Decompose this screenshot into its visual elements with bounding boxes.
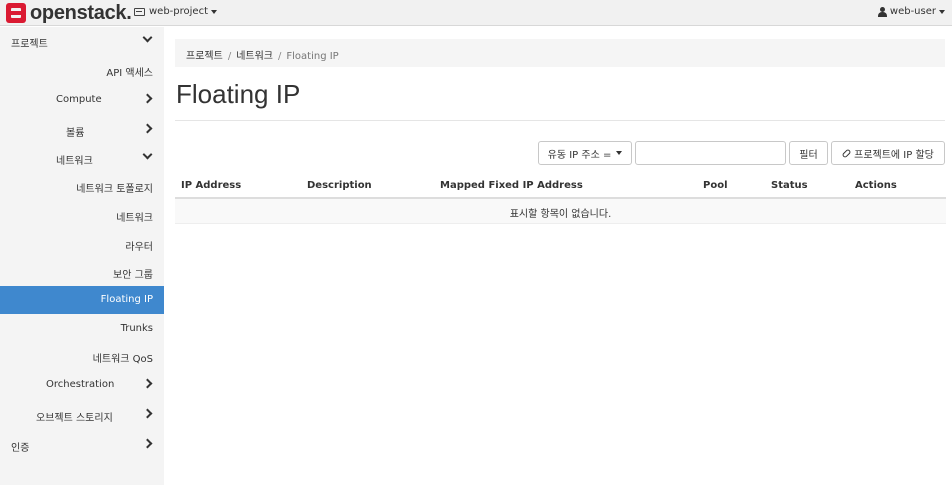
chevron-down-icon bbox=[142, 149, 153, 160]
logo-text: openstack. bbox=[30, 1, 132, 24]
caret-down-icon bbox=[616, 151, 623, 155]
openstack-logo[interactable]: openstack. bbox=[6, 1, 132, 24]
sidebar-item-network-topology[interactable]: 네트워크 토폴로지 bbox=[0, 173, 164, 199]
filter-field-label: 유동 IP 주소 = bbox=[547, 149, 612, 161]
sidebar-item-label: Trunks bbox=[120, 323, 153, 334]
sidebar-item-volumes[interactable]: 볼륨 bbox=[0, 117, 164, 143]
sidebar-item-object-storage[interactable]: 오브젝트 스토리지 bbox=[0, 402, 164, 428]
filter-field-select[interactable]: 유동 IP 주소 = bbox=[538, 141, 632, 165]
sidebar-item-security-groups[interactable]: 보안 그룹 bbox=[0, 259, 164, 285]
title-divider bbox=[175, 120, 945, 121]
table-header: IP Address Description Mapped Fixed IP A… bbox=[175, 175, 946, 199]
project-icon bbox=[134, 7, 145, 16]
chevron-down-icon bbox=[142, 32, 153, 43]
filter-button-label: 필터 bbox=[799, 149, 818, 161]
main-content: 프로젝트 / 네트워크 / Floating IP Floating IP 유동 IP … bbox=[164, 27, 952, 485]
sidebar-item-label: 네트워크 bbox=[56, 156, 93, 167]
breadcrumb-network[interactable]: 네트워크 bbox=[236, 51, 273, 62]
sidebar-item-api-access[interactable]: API 액세스 bbox=[0, 57, 164, 83]
column-header: Actions bbox=[855, 180, 897, 191]
user-dropdown[interactable]: web-user bbox=[877, 6, 945, 17]
sidebar-item-identity[interactable]: 인증 bbox=[0, 432, 164, 458]
sidebar-item-project[interactable]: 프로젝트 bbox=[0, 28, 164, 54]
caret-down-icon bbox=[939, 9, 945, 14]
sidebar-item-trunks[interactable]: Trunks bbox=[0, 316, 164, 342]
link-icon bbox=[841, 148, 852, 158]
sidebar-item-label: 오브젝트 스토리지 bbox=[36, 413, 113, 424]
sidebar: 프로젝트 API 액세스 Compute 볼륨 네트워크 네트워크 토폴로지 네… bbox=[0, 27, 164, 485]
sidebar-item-orchestration[interactable]: Orchestration bbox=[0, 372, 164, 398]
chevron-right-icon bbox=[142, 93, 153, 104]
column-header[interactable]: Description bbox=[307, 180, 372, 191]
sidebar-item-label: 보안 그룹 bbox=[113, 270, 153, 281]
sidebar-item-label: 라우터 bbox=[125, 242, 153, 253]
column-header[interactable]: Pool bbox=[703, 180, 728, 191]
filter-button[interactable]: 필터 bbox=[789, 141, 828, 165]
sidebar-item-label: 네트워크 토폴로지 bbox=[76, 184, 153, 195]
sidebar-item-label: 네트워크 QoS bbox=[92, 354, 153, 365]
sidebar-item-network[interactable]: 네트워크 bbox=[0, 145, 164, 171]
sidebar-item-networks[interactable]: 네트워크 bbox=[0, 202, 164, 228]
table-empty-row: 표시할 항목이 없습니다. bbox=[175, 199, 946, 224]
project-name: web-project bbox=[149, 6, 208, 17]
allocate-ip-button[interactable]: 프로젝트에 IP 할당 bbox=[831, 141, 945, 165]
sidebar-item-label: Orchestration bbox=[46, 379, 115, 390]
allocate-ip-label: 프로젝트에 IP 할당 bbox=[854, 149, 934, 161]
sidebar-item-label: Compute bbox=[56, 94, 102, 105]
filter-input[interactable] bbox=[635, 141, 786, 165]
breadcrumb-separator: / bbox=[278, 51, 282, 62]
project-dropdown[interactable]: web-project bbox=[134, 6, 217, 17]
user-name: web-user bbox=[889, 6, 936, 17]
sidebar-item-compute[interactable]: Compute bbox=[0, 87, 164, 113]
page-title: Floating IP bbox=[176, 79, 301, 109]
sidebar-item-floating-ip[interactable]: Floating IP bbox=[0, 286, 164, 314]
sidebar-item-routers[interactable]: 라우터 bbox=[0, 231, 164, 257]
column-header[interactable]: Mapped Fixed IP Address bbox=[440, 180, 583, 191]
chevron-right-icon bbox=[142, 378, 153, 389]
column-header[interactable]: Status bbox=[771, 180, 808, 191]
sidebar-item-label: API 액세스 bbox=[106, 68, 153, 79]
sidebar-item-label: 프로젝트 bbox=[11, 39, 48, 50]
sidebar-item-label: 볼륨 bbox=[66, 128, 85, 139]
chevron-right-icon bbox=[142, 408, 153, 419]
sidebar-item-label: Floating IP bbox=[100, 294, 153, 305]
sidebar-item-label: 네트워크 bbox=[116, 213, 153, 224]
column-header[interactable]: IP Address bbox=[181, 180, 241, 191]
user-icon bbox=[877, 6, 887, 17]
chevron-right-icon bbox=[142, 123, 153, 134]
breadcrumb: 프로젝트 / 네트워크 / Floating IP bbox=[175, 39, 945, 67]
top-navbar: openstack. web-project web-user bbox=[0, 0, 952, 26]
empty-message: 표시할 항목이 없습니다. bbox=[509, 209, 612, 220]
breadcrumb-current: Floating IP bbox=[286, 51, 339, 62]
breadcrumb-separator: / bbox=[227, 51, 232, 62]
chevron-right-icon bbox=[142, 438, 153, 449]
sidebar-item-label: 인증 bbox=[11, 443, 30, 454]
caret-down-icon bbox=[211, 9, 217, 14]
openstack-logo-icon bbox=[6, 3, 26, 23]
breadcrumb-project[interactable]: 프로젝트 bbox=[186, 51, 223, 62]
sidebar-item-network-qos[interactable]: 네트워크 QoS bbox=[0, 343, 164, 369]
